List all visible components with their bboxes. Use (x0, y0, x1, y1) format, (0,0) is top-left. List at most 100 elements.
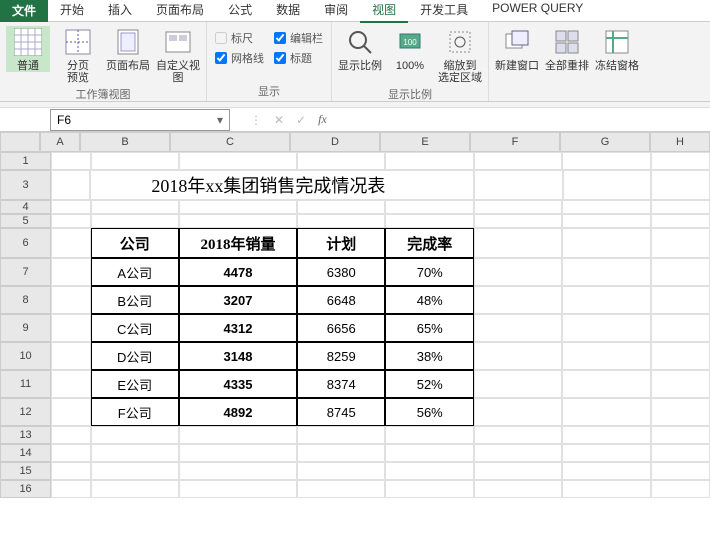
cell-F13[interactable] (474, 426, 563, 444)
cell-B16[interactable] (91, 480, 180, 498)
cell-H13[interactable] (651, 426, 710, 444)
row-header-13[interactable]: 13 (0, 426, 51, 444)
view-pagebreak-button[interactable]: 分页 预览 (56, 26, 100, 84)
tab-插入[interactable]: 插入 (96, 0, 144, 23)
cell-E7[interactable]: 70% (385, 258, 474, 286)
chk-headings[interactable]: 标题 (274, 50, 323, 66)
cell-H12[interactable] (651, 398, 710, 426)
cell-C9[interactable]: 4312 (179, 314, 297, 342)
cell-D5[interactable] (297, 214, 386, 228)
cell-G8[interactable] (562, 286, 651, 314)
cell-H4[interactable] (651, 200, 710, 214)
row-header-7[interactable]: 7 (0, 258, 51, 286)
chk-formulabar-box[interactable] (274, 32, 286, 44)
cell-A3[interactable] (51, 170, 90, 200)
cell-C10[interactable]: 3148 (179, 342, 297, 370)
cell-C16[interactable] (179, 480, 297, 498)
fx-icon[interactable]: fx (318, 112, 327, 127)
row-header-5[interactable]: 5 (0, 214, 51, 228)
cell-A16[interactable] (51, 480, 90, 498)
cell-E15[interactable] (385, 462, 474, 480)
cell-C15[interactable] (179, 462, 297, 480)
cell-D12[interactable]: 8745 (297, 398, 386, 426)
cell-B10[interactable]: D公司 (91, 342, 180, 370)
tab-审阅[interactable]: 审阅 (312, 0, 360, 23)
cell-A10[interactable] (51, 342, 90, 370)
cell-E16[interactable] (385, 480, 474, 498)
cell-C5[interactable] (179, 214, 297, 228)
arrange-button[interactable]: 全部重排 (545, 26, 589, 72)
cell-E4[interactable] (385, 200, 474, 214)
cell-B11[interactable]: E公司 (91, 370, 180, 398)
cell-F3[interactable] (474, 170, 562, 200)
cell-H1[interactable] (651, 152, 710, 170)
cell-A11[interactable] (51, 370, 90, 398)
tab-视图[interactable]: 视图 (360, 0, 408, 23)
cell-G15[interactable] (562, 462, 651, 480)
cell-F7[interactable] (474, 258, 563, 286)
cell-D11[interactable]: 8374 (297, 370, 386, 398)
cell-H15[interactable] (651, 462, 710, 480)
cell-C14[interactable] (179, 444, 297, 462)
cell-B13[interactable] (91, 426, 180, 444)
tab-开发工具[interactable]: 开发工具 (408, 0, 480, 23)
cell-H14[interactable] (651, 444, 710, 462)
cell-F12[interactable] (474, 398, 563, 426)
row-header-15[interactable]: 15 (0, 462, 51, 480)
cell-A5[interactable] (51, 214, 90, 228)
cell-B12[interactable]: F公司 (91, 398, 180, 426)
cell-H7[interactable] (651, 258, 710, 286)
cell-H10[interactable] (651, 342, 710, 370)
cell-G7[interactable] (562, 258, 651, 286)
cell-E1[interactable] (385, 152, 474, 170)
col-header-B[interactable]: B (80, 132, 170, 152)
row-header-4[interactable]: 4 (0, 200, 51, 214)
cell-H8[interactable] (651, 286, 710, 314)
cell-F8[interactable] (474, 286, 563, 314)
zoom-button[interactable]: 显示比例 (338, 26, 382, 72)
cell-G11[interactable] (562, 370, 651, 398)
cell-A1[interactable] (51, 152, 90, 170)
cell-C1[interactable] (179, 152, 297, 170)
cell-C11[interactable]: 4335 (179, 370, 297, 398)
cell-A12[interactable] (51, 398, 90, 426)
row-header-10[interactable]: 10 (0, 342, 51, 370)
cell-G3[interactable] (563, 170, 651, 200)
cell-B15[interactable] (91, 462, 180, 480)
cell-D14[interactable] (297, 444, 386, 462)
zoom-selection-button[interactable]: 缩放到 选定区域 (438, 26, 482, 84)
cell-B3[interactable]: 2018年xx集团销售完成情况表 (90, 170, 474, 200)
col-header-E[interactable]: E (380, 132, 470, 152)
cell-F5[interactable] (474, 214, 563, 228)
row-header-12[interactable]: 12 (0, 398, 51, 426)
cell-G4[interactable] (562, 200, 651, 214)
cell-D1[interactable] (297, 152, 386, 170)
spreadsheet-grid[interactable]: ABCDEFGH 132018年xx集团销售完成情况表456公司2018年销量计… (0, 132, 710, 552)
select-all-corner[interactable] (0, 132, 40, 152)
cell-B6[interactable]: 公司 (91, 228, 180, 258)
cell-B4[interactable] (91, 200, 180, 214)
cell-D16[interactable] (297, 480, 386, 498)
cell-C4[interactable] (179, 200, 297, 214)
cell-D15[interactable] (297, 462, 386, 480)
view-custom-button[interactable]: 自定义视图 (156, 26, 200, 84)
cell-D8[interactable]: 6648 (297, 286, 386, 314)
cell-E12[interactable]: 56% (385, 398, 474, 426)
row-header-11[interactable]: 11 (0, 370, 51, 398)
cell-G14[interactable] (562, 444, 651, 462)
zoom-100-button[interactable]: 100 100% (388, 26, 432, 72)
cell-F1[interactable] (474, 152, 563, 170)
cell-C12[interactable]: 4892 (179, 398, 297, 426)
cell-A4[interactable] (51, 200, 90, 214)
view-pagelayout-button[interactable]: 页面布局 (106, 26, 150, 72)
tab-开始[interactable]: 开始 (48, 0, 96, 23)
col-header-A[interactable]: A (40, 132, 80, 152)
chk-ruler[interactable]: 标尺 (215, 30, 264, 46)
cell-F15[interactable] (474, 462, 563, 480)
cell-E11[interactable]: 52% (385, 370, 474, 398)
row-header-8[interactable]: 8 (0, 286, 51, 314)
cancel-icon[interactable]: ✕ (274, 113, 284, 127)
new-window-button[interactable]: 新建窗口 (495, 26, 539, 72)
cell-E10[interactable]: 38% (385, 342, 474, 370)
cell-D7[interactable]: 6380 (297, 258, 386, 286)
